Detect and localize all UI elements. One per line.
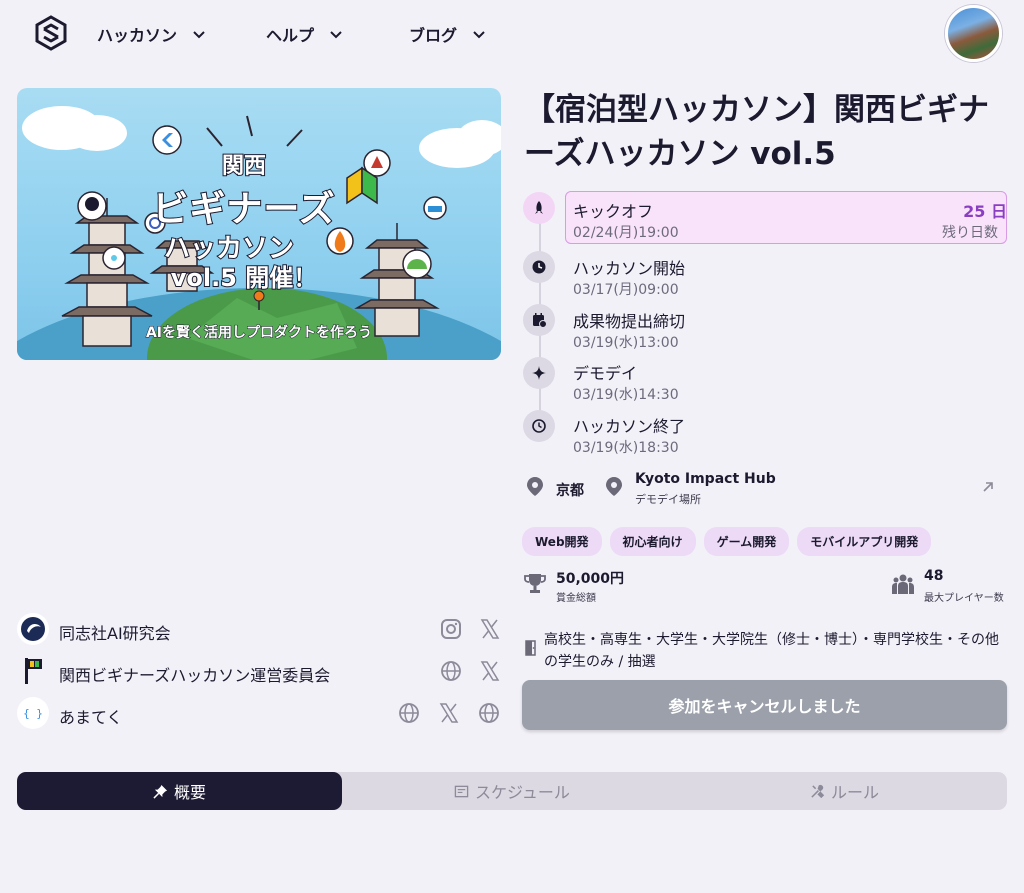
- sparkle-icon: [532, 366, 546, 380]
- external-link-icon[interactable]: [979, 478, 997, 496]
- nav-hackathon[interactable]: ハッカソン: [97, 22, 207, 46]
- tools-icon: [811, 784, 825, 798]
- venue-pin-icon: [606, 477, 622, 496]
- tab-rules-label: ルール: [830, 783, 879, 802]
- hero-line4: vol.5 開催！: [170, 263, 319, 293]
- venue-name[interactable]: Kyoto Impact Hub: [635, 471, 776, 487]
- organizer-row: 同志社AI研究会: [17, 613, 502, 647]
- location-city: 京都: [556, 483, 584, 499]
- rocket-icon: [535, 201, 543, 214]
- hero-line2: ビギナーズ: [151, 188, 336, 231]
- x-icon[interactable]: [437, 701, 461, 725]
- tag-list: Web開発 初心者向け ゲーム開発 モバイルアプリ開発: [522, 527, 932, 556]
- trophy-icon: [524, 574, 546, 593]
- players-value: 48: [924, 568, 944, 584]
- organizer-logo-doshisha: [17, 613, 49, 645]
- pin-icon: [153, 784, 168, 799]
- venue-note: デモデイ場所: [635, 493, 701, 506]
- organizer-logo-amateku: { }: [17, 697, 49, 729]
- organizer-name[interactable]: あまてく: [59, 704, 123, 728]
- chevron-down-icon: [193, 31, 205, 39]
- timeline-date-start: 03/17(月)09:00: [573, 282, 679, 298]
- nav-blog-label: ブログ: [409, 26, 458, 45]
- x-icon[interactable]: [478, 659, 502, 683]
- tab-schedule[interactable]: スケジュール: [347, 772, 677, 810]
- timeline-dot-deadline: [523, 304, 555, 336]
- nav-help[interactable]: ヘルプ: [266, 22, 344, 46]
- hero-banner: 関西 ビギナーズ ハッカソン vol.5 開催！ AIを賢く活用しプロダクトを作…: [17, 88, 501, 360]
- chevron-down-icon: [330, 31, 342, 39]
- countdown-label: 残り日数: [942, 225, 998, 241]
- event-title: 【宿泊型ハッカソン】関西ビギナーズハッカソン vol.5: [524, 92, 989, 172]
- tag-mobile[interactable]: モバイルアプリ開発: [797, 527, 932, 556]
- svg-text:{ }: { }: [23, 707, 43, 720]
- organizer-logo-kansai: [17, 655, 49, 687]
- location-pin-icon: [527, 477, 543, 496]
- hero-line1: 関西: [221, 153, 267, 180]
- prize-label: 賞金総額: [556, 593, 596, 604]
- eligibility-text: 高校生・高専生・大学生・大学院生（修士・博士）・専門学校生・その他の学生のみ /…: [544, 632, 999, 670]
- countdown-value: 25 日: [963, 202, 1007, 221]
- timeline-label-demoday: デモデイ: [573, 364, 638, 383]
- instagram-icon[interactable]: [439, 617, 463, 641]
- globe-icon[interactable]: [477, 701, 501, 725]
- calendar-clock-icon: [533, 313, 547, 328]
- hero-subtitle: AIを賢く活用しプロダクトを作ろう: [145, 325, 373, 342]
- tab-schedule-label: スケジュール: [475, 783, 570, 802]
- timeline-date-deadline: 03/19(水)13:00: [573, 335, 679, 351]
- tag-game[interactable]: ゲーム開発: [703, 527, 790, 556]
- players-label: 最大プレイヤー数: [924, 593, 1004, 604]
- timeline-date-demoday: 03/19(水)14:30: [573, 387, 679, 403]
- globe-icon[interactable]: [397, 701, 421, 725]
- brand-logo-icon[interactable]: [33, 15, 69, 51]
- cancel-participation-button[interactable]: 参加をキャンセルしました: [522, 680, 1007, 730]
- timeline-label-kickoff: キックオフ: [573, 202, 654, 221]
- timeline-dot-kickoff: [523, 192, 555, 224]
- schedule-icon: [454, 785, 469, 797]
- timeline-label-deadline: 成果物提出締切: [573, 312, 686, 331]
- door-icon: [525, 640, 536, 656]
- clock-outline-icon: [532, 419, 546, 433]
- clock-icon: [532, 260, 546, 274]
- players-icon: [892, 574, 914, 594]
- nav-hackathon-label: ハッカソン: [97, 26, 178, 45]
- organizer-name[interactable]: 関西ビギナーズハッカソン運営委員会: [59, 662, 330, 686]
- timeline-dot-demoday: [523, 357, 555, 389]
- timeline-date-end: 03/19(水)18:30: [573, 440, 679, 456]
- tab-bar: 概要 スケジュール ルール: [17, 772, 1007, 810]
- timeline-label-start: ハッカソン開始: [573, 259, 686, 278]
- timeline-dot-end: [523, 410, 555, 442]
- x-icon[interactable]: [478, 617, 502, 641]
- tag-web[interactable]: Web開発: [522, 527, 602, 556]
- tab-overview[interactable]: 概要: [17, 772, 342, 810]
- tab-overview-label: 概要: [173, 783, 206, 802]
- organizer-name[interactable]: 同志社AI研究会: [59, 620, 171, 644]
- tab-rules[interactable]: ルール: [682, 772, 1007, 810]
- organizer-row: 関西ビギナーズハッカソン運営委員会: [17, 655, 502, 689]
- timeline-label-end: ハッカソン終了: [573, 417, 686, 436]
- tag-beginner[interactable]: 初心者向け: [609, 527, 696, 556]
- timeline-dot-start: [523, 251, 555, 283]
- chevron-down-icon: [473, 31, 485, 39]
- timeline-date-kickoff: 02/24(月)19:00: [573, 225, 679, 241]
- globe-icon[interactable]: [439, 659, 463, 683]
- nav-blog[interactable]: ブログ: [409, 22, 487, 46]
- user-avatar[interactable]: [945, 5, 1002, 62]
- nav-help-label: ヘルプ: [266, 26, 315, 45]
- prize-value: 50,000円: [556, 571, 625, 587]
- organizer-row: { } あまてく: [17, 697, 502, 731]
